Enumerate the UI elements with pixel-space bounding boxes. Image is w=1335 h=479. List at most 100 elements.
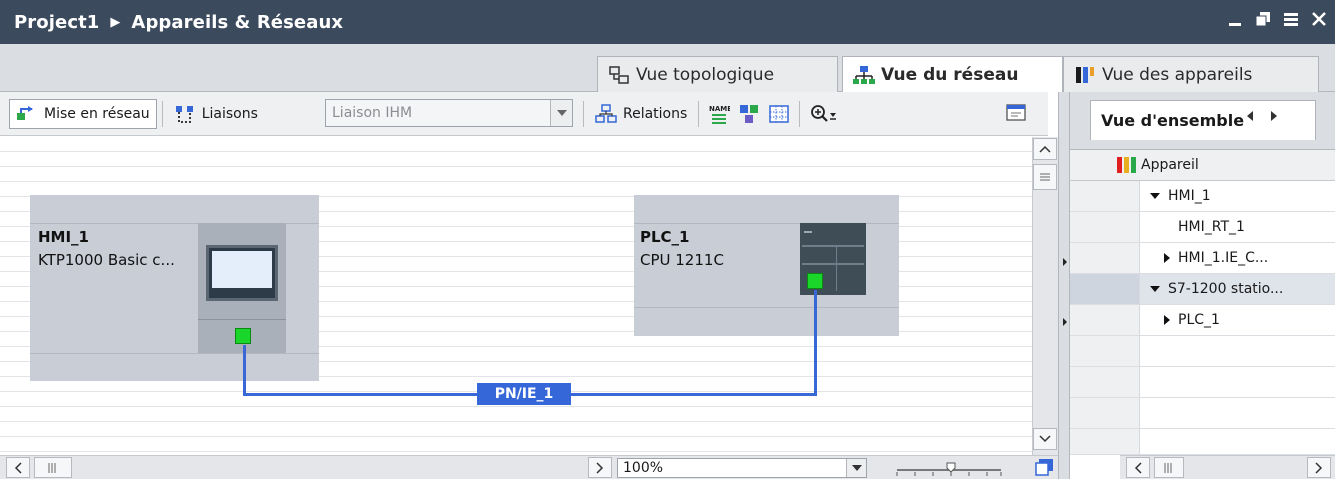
chevron-down-icon[interactable] [550, 100, 572, 126]
device-icon [1076, 66, 1094, 83]
tree-row-plc[interactable]: PLC_1 [1070, 305, 1335, 336]
tree-label: HMI_RT_1 [1178, 219, 1245, 235]
overview-navigator-button[interactable] [1035, 458, 1055, 479]
tree-row-empty [1070, 398, 1335, 429]
tree-row-empty [1070, 367, 1335, 398]
chevron-down-icon[interactable] [846, 459, 866, 477]
hmi-profinet-port[interactable] [235, 328, 251, 344]
overview-horizontal-scrollbar[interactable] [1120, 455, 1335, 479]
overview-column-header[interactable]: Appareil [1070, 150, 1335, 181]
view-tabs-bar: Vue topologique Vue du réseau Vue des ap… [0, 44, 1335, 93]
network-mode-label: Mise en réseau [44, 105, 150, 122]
toolbar-divider [583, 101, 584, 127]
relations-icon [595, 104, 617, 123]
tree-label: PLC_1 [1178, 312, 1220, 328]
tree-row-s7-station[interactable]: S7-1200 statio... [1070, 274, 1335, 305]
address-view-button[interactable] [734, 99, 764, 129]
close-icon[interactable] [1309, 8, 1329, 30]
tree-row-hmi-rt[interactable]: HMI_RT_1 [1070, 212, 1335, 243]
network-label[interactable]: PN/IE_1 [477, 383, 571, 405]
section-title: Appareils & Réseaux [131, 11, 344, 33]
link-type-value: Liaison IHM [332, 105, 413, 121]
tile-icon[interactable] [1281, 8, 1301, 30]
tab-network-view[interactable]: Vue du réseau [842, 56, 1063, 93]
tree-label: HMI_1.IE_C... [1178, 250, 1269, 266]
plc-network-drop [814, 290, 817, 396]
scroll-down-button[interactable] [1033, 428, 1057, 450]
title-bar: Project1 ▶ Appareils & Réseaux [0, 0, 1335, 44]
tab-label: Vue topologique [636, 64, 775, 85]
scroll-left-button[interactable] [6, 457, 30, 478]
scroll-left-button[interactable] [1126, 457, 1150, 478]
panel-settings-icon [1006, 104, 1026, 121]
topology-icon [609, 65, 629, 84]
zoom-level-select[interactable]: 100% [617, 458, 867, 478]
tab-scroll-left-icon[interactable] [1238, 104, 1262, 128]
zoom-in-icon [811, 105, 837, 122]
links-label: Liaisons [201, 105, 258, 122]
tree-label: HMI_1 [1168, 188, 1211, 204]
grid-view-button[interactable] [764, 99, 794, 129]
scroll-right-button[interactable] [1307, 457, 1331, 478]
grid-icon [769, 105, 790, 123]
link-type-select[interactable]: Liaison IHM [325, 99, 573, 127]
tab-scroll-right-icon[interactable] [1262, 104, 1286, 128]
tree-row-empty [1070, 429, 1335, 455]
minimize-icon[interactable] [1225, 8, 1245, 30]
zoom-level-value: 100% [623, 460, 664, 476]
tree-row-hmi[interactable]: HMI_1 [1070, 181, 1335, 212]
tab-device-view[interactable]: Vue des appareils [1063, 56, 1319, 92]
zoom-slider[interactable] [895, 460, 1005, 479]
scroll-right-button[interactable] [588, 457, 612, 478]
overview-tab-label: Vue d'ensemble [1101, 111, 1245, 130]
zoom-button[interactable] [805, 99, 843, 129]
device-type: CPU 1211C [640, 251, 724, 269]
svg-text:NAME: NAME [709, 105, 730, 113]
plc-profinet-port[interactable] [807, 273, 823, 289]
scroll-thumb[interactable] [1033, 164, 1057, 190]
collapse-icon[interactable] [1150, 286, 1160, 292]
scroll-up-button[interactable] [1033, 138, 1057, 160]
canvas-bottom-bar: 100% [0, 455, 1058, 479]
relations-button[interactable]: Relations [589, 99, 693, 129]
navigator-icon [1035, 459, 1053, 476]
network-mode-button[interactable]: Mise en réseau [9, 98, 157, 129]
device-column-label: Appareil [1141, 157, 1199, 173]
horizontal-scroll-thumb[interactable] [1154, 457, 1184, 478]
toolbar-divider [698, 101, 700, 127]
device-type: KTP1000 Basic c... [38, 251, 175, 269]
show-names-button[interactable]: NAME [704, 99, 734, 129]
toolbar-divider [799, 101, 801, 127]
plc-device[interactable]: PLC_1 CPU 1211C [634, 195, 899, 336]
tab-label: Vue des appareils [1102, 64, 1253, 85]
device-name: PLC_1 [640, 228, 690, 246]
relations-label: Relations [623, 106, 688, 122]
toolbar-divider [161, 100, 163, 127]
horizontal-scroll-thumb[interactable] [34, 457, 72, 478]
device-name: HMI_1 [38, 228, 89, 246]
panel-settings-button[interactable] [1006, 103, 1028, 127]
breadcrumb-separator: ▶ [110, 14, 121, 30]
project-name: Project1 [14, 11, 100, 33]
tab-topology-view[interactable]: Vue topologique [597, 56, 838, 92]
network-canvas[interactable]: HMI_1 KTP1000 Basic c... PLC_1 CPU 1211C… [0, 137, 1032, 455]
collapse-icon[interactable] [1150, 193, 1160, 199]
tree-row-empty [1070, 336, 1335, 367]
device-column-icon [1117, 157, 1136, 173]
panel-splitter[interactable] [1058, 92, 1070, 479]
restore-icon[interactable] [1253, 8, 1273, 30]
address-icon [740, 105, 759, 123]
hmi-device[interactable]: HMI_1 KTP1000 Basic c... [30, 195, 319, 381]
network-icon [853, 66, 875, 84]
expand-icon[interactable] [1164, 253, 1170, 263]
hmi-network-drop [243, 345, 246, 396]
links-icon [175, 105, 193, 123]
tree-row-hmi-ie[interactable]: HMI_1.IE_C... [1070, 243, 1335, 274]
tab-label: Vue du réseau [881, 65, 1019, 85]
network-mode-icon [17, 105, 33, 120]
links-button[interactable]: Liaisons [168, 99, 264, 129]
device-names-icon: NAME [709, 105, 730, 124]
canvas-vertical-scrollbar[interactable] [1032, 137, 1058, 455]
tree-label: S7-1200 statio... [1168, 281, 1284, 297]
expand-icon[interactable] [1164, 315, 1170, 325]
